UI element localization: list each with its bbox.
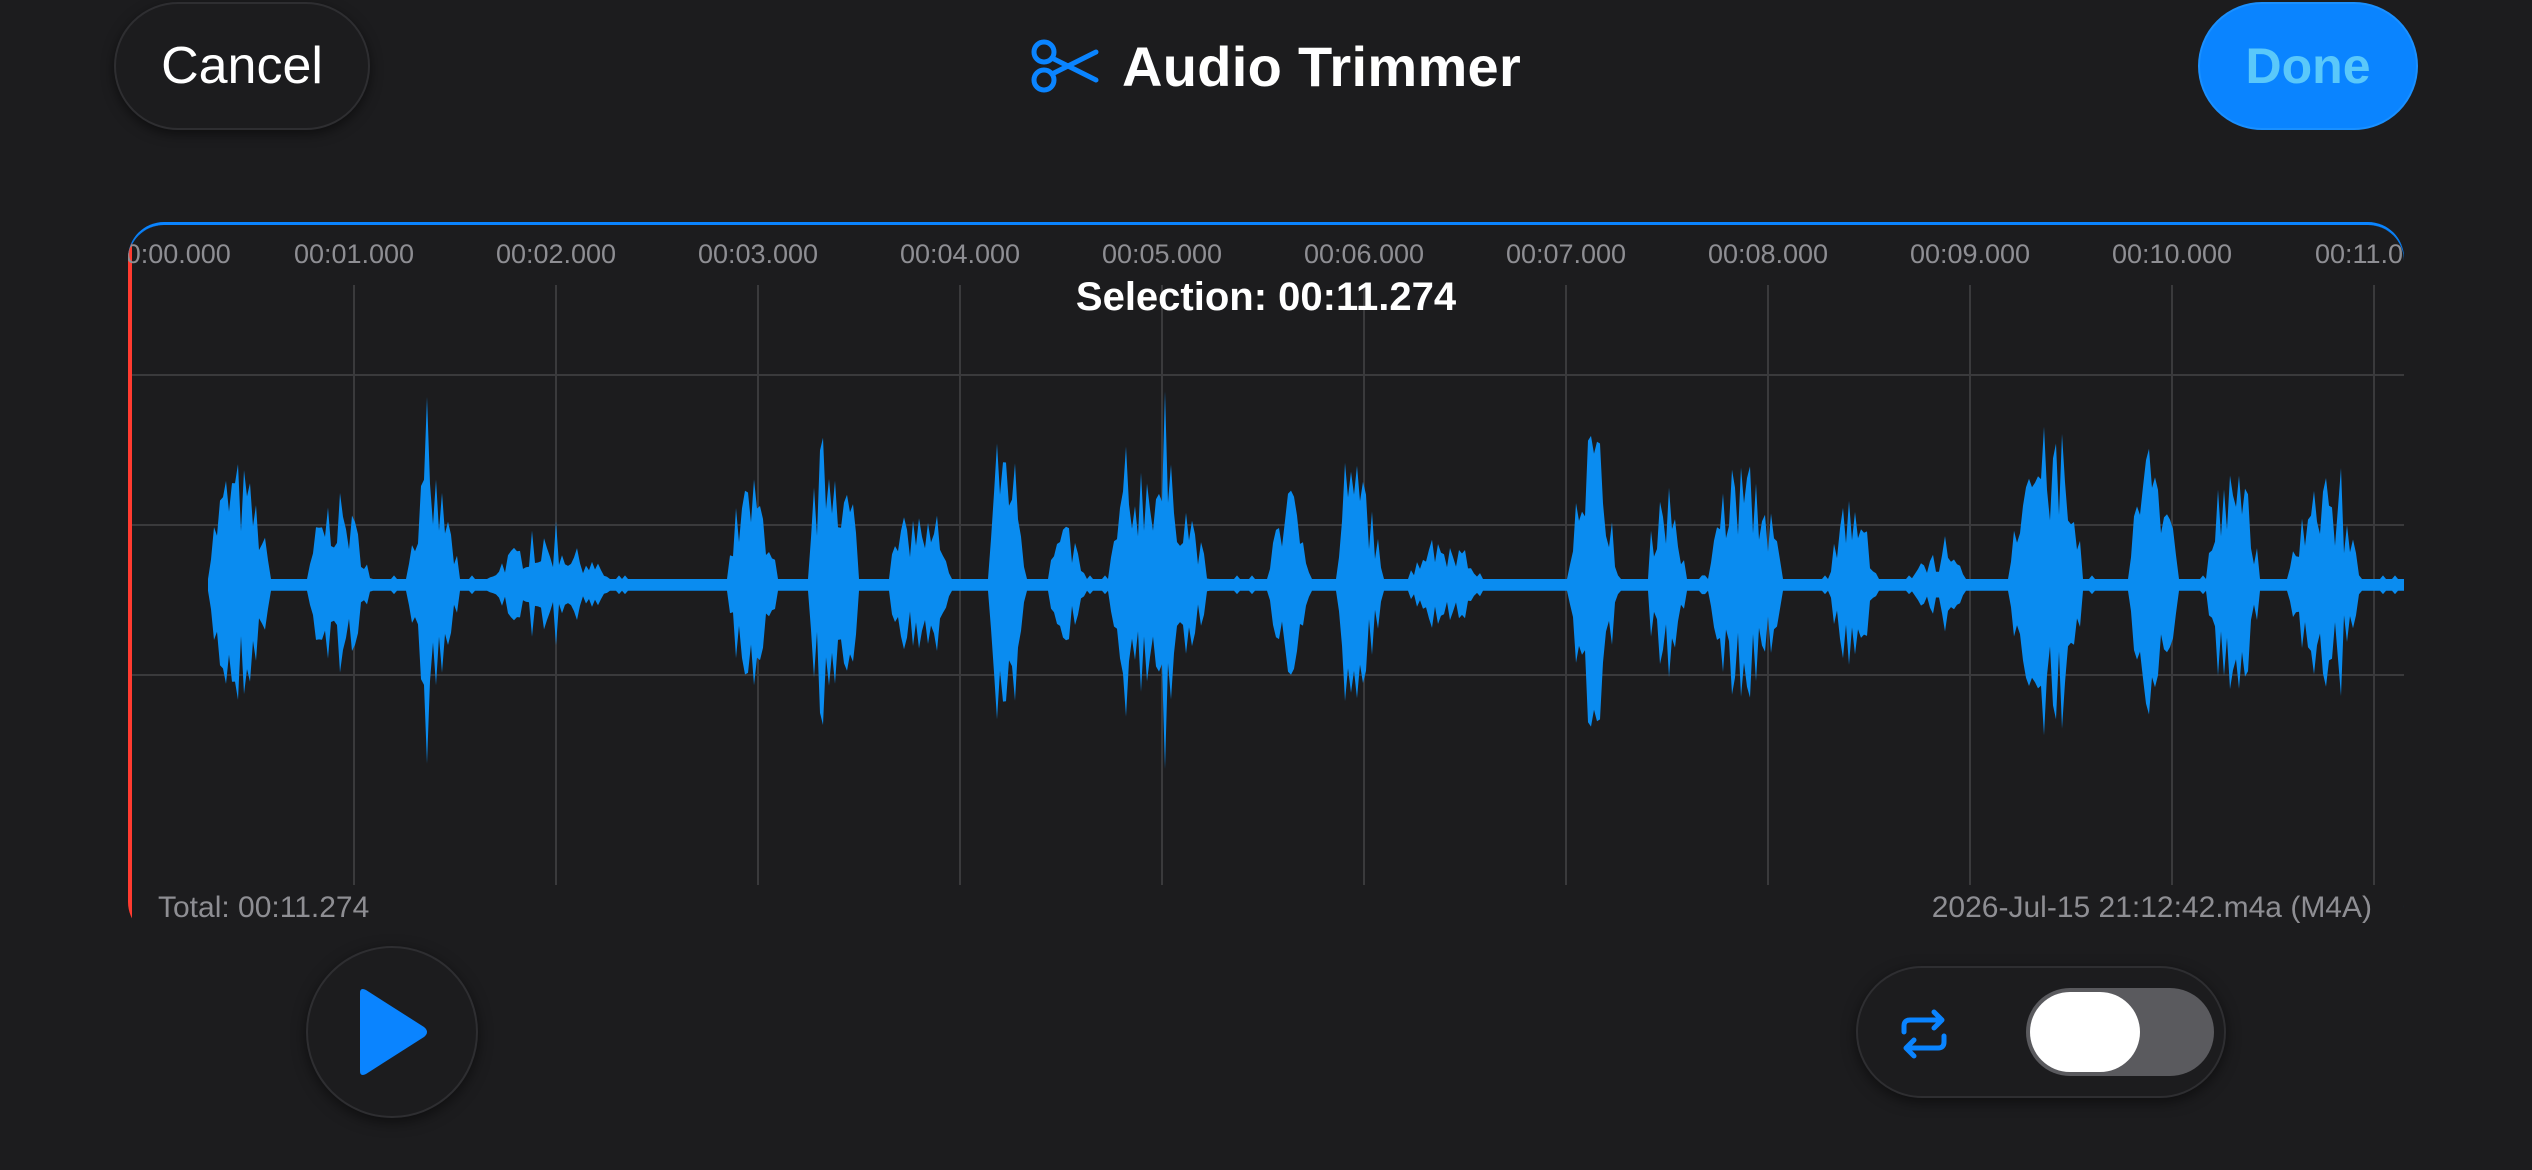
waveform-panel[interactable]: 00:00:00.000 00:01.000 00:02.000 00:03.000 0… [128, 222, 2404, 938]
tick-label: 00:00:00.000 [128, 239, 231, 269]
tick-label: 00:02.000 [495, 239, 617, 269]
waveform [208, 391, 2404, 769]
loop-toggle[interactable] [2026, 988, 2214, 1076]
total-duration: Total: 00:11.274 [158, 891, 370, 924]
waveform-graph[interactable] [128, 225, 2404, 938]
trim-start-handle[interactable] [128, 225, 132, 938]
audio-trimmer-screen: Cancel Audio Trimmer Done 00:00:00.00000… [0, 0, 2532, 1170]
repeat-icon[interactable] [1894, 1004, 1954, 1064]
done-button[interactable]: Done [2198, 2, 2418, 130]
title-bar: Audio Trimmer [1030, 26, 1521, 106]
selection-duration: Selection: 00:11.274 [1075, 275, 1457, 319]
page-title: Audio Trimmer [1122, 34, 1522, 98]
cancel-button[interactable]: Cancel [114, 2, 370, 130]
tick-label: 00:04.000 [899, 239, 1021, 269]
toggle-knob [2030, 992, 2140, 1072]
tick-label: 00:10.000 [2111, 239, 2233, 269]
trim-corner-bottom-right [2382, 905, 2404, 938]
tick-label: 00:05.000 [1101, 239, 1223, 269]
tick-label: 00:03.000 [697, 239, 819, 269]
tick-label: 00:07.000 [1505, 239, 1627, 269]
tick-label: 00:06.000 [1303, 239, 1425, 269]
tick-label: 00:08.000 [1707, 239, 1829, 269]
tick-label: 00:11.000 [2314, 239, 2404, 269]
loop-control [1856, 966, 2226, 1098]
file-name: 2026-Jul-15 21:12:42.m4a (M4A) [1931, 891, 2372, 924]
tick-label: 00:01.000 [293, 239, 415, 269]
play-button[interactable] [306, 946, 478, 1118]
tick-label: 00:09.000 [1909, 239, 2031, 269]
play-icon [360, 989, 427, 1075]
scissors-icon [1031, 39, 1099, 93]
